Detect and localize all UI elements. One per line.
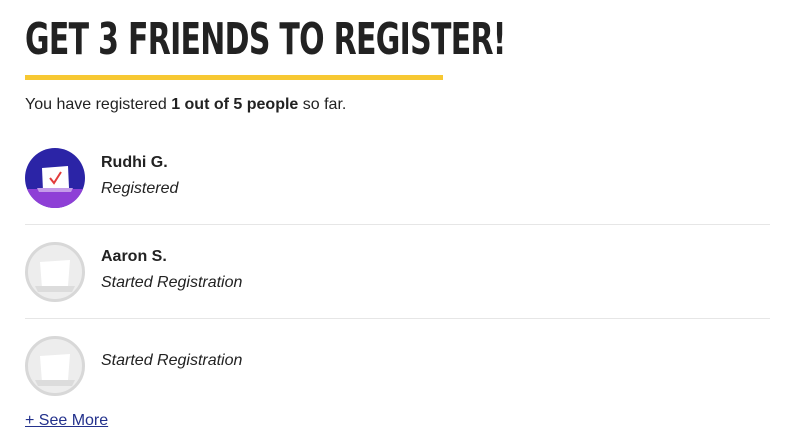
ballot-placeholder-icon [25, 336, 85, 396]
see-more-link[interactable]: + See More [25, 410, 108, 432]
friend-status: Started Registration [101, 352, 243, 369]
registered-ballot-icon [25, 148, 85, 208]
ballot-placeholder-icon [25, 242, 85, 302]
registration-summary: You have registered 1 out of 5 people so… [25, 94, 346, 116]
summary-count: 1 out of 5 people [171, 96, 299, 113]
friend-name: Aaron S. [101, 248, 167, 265]
friend-status: Started Registration [101, 274, 243, 291]
summary-suffix: so far. [298, 96, 347, 113]
list-item: Aaron S. Started Registration [25, 225, 770, 319]
list-item: Rudhi G. Registered [25, 131, 770, 225]
title-underline [25, 75, 443, 80]
friend-status: Registered [101, 180, 179, 197]
register-friends-panel: GET 3 FRIENDS TO REGISTER! You have regi… [25, 0, 770, 429]
page-title: GET 3 FRIENDS TO REGISTER! [25, 14, 506, 65]
list-item: Started Registration [25, 319, 770, 412]
friends-list: Rudhi G. Registered Aaron S. Started Reg… [25, 131, 770, 412]
friend-name: Rudhi G. [101, 154, 168, 171]
summary-prefix: You have registered [25, 96, 172, 113]
